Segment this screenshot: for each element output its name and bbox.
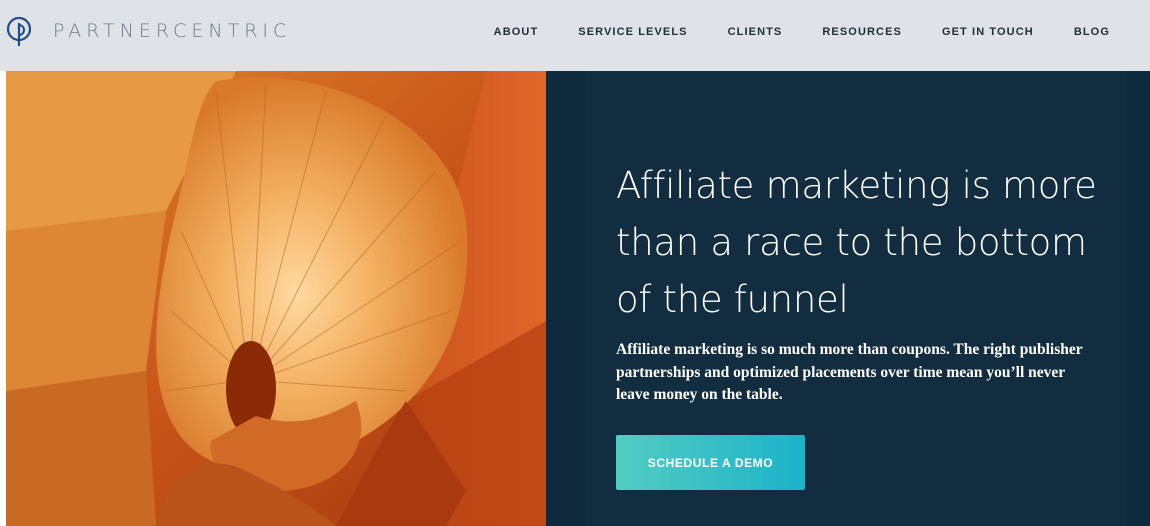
nav-about[interactable]: ABOUT: [494, 25, 539, 39]
hero-body: Affiliate marketing is so much more than…: [616, 341, 1083, 403]
hero-headline: Affiliate marketing is more than a race …: [616, 164, 1097, 321]
hero-image: [6, 71, 546, 526]
nav-service-levels[interactable]: SERVICE LEVELS: [578, 25, 687, 39]
spiral-artwork: [6, 71, 546, 526]
main-nav: ABOUT SERVICE LEVELS CLIENTS RESOURCES G…: [454, 25, 1110, 39]
panel-gutter-left: [546, 71, 586, 526]
site-header: PARTNERCENTRIC ABOUT SERVICE LEVELS CLIE…: [0, 0, 1150, 71]
brand-name: PARTNERCENTRIC: [53, 20, 292, 42]
logo[interactable]: PARTNERCENTRIC: [5, 15, 291, 47]
nav-blog[interactable]: BLOG: [1074, 25, 1110, 39]
nav-get-in-touch[interactable]: GET IN TOUCH: [942, 25, 1034, 39]
nav-clients[interactable]: CLIENTS: [728, 25, 783, 39]
schedule-demo-button[interactable]: SCHEDULE A DEMO: [616, 435, 805, 490]
panel-gutter-right: [1126, 71, 1150, 526]
nav-resources[interactable]: RESOURCES: [822, 25, 902, 39]
pc-logo-icon: [6, 16, 32, 46]
